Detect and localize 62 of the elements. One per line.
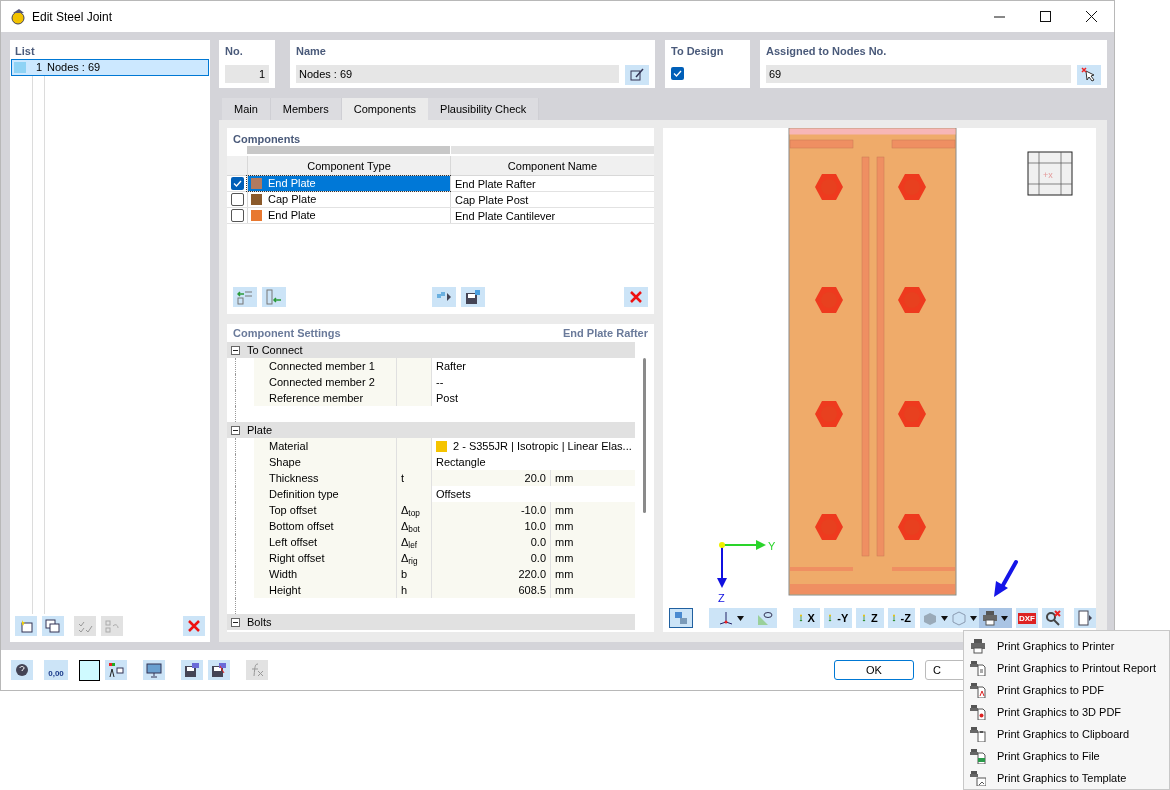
menu-item-label: Print Graphics to Printer [997, 638, 1115, 654]
z-axis-label: Z [718, 592, 725, 604]
component-type: End Plate [268, 208, 316, 224]
axis-letter: -Z [900, 612, 911, 624]
property-unit: mm [551, 470, 635, 486]
menu-item-label: Print Graphics to Printout Report [997, 660, 1156, 676]
table-cell: Cap Plate Post [450, 192, 654, 207]
group-label: Bolts [247, 614, 272, 630]
property-name: Definition type [254, 486, 397, 502]
menu-item-label: Print Graphics to Clipboard [997, 726, 1130, 742]
field-label: Assigned to Nodes No. [766, 44, 888, 59]
property-name: Top offset [254, 502, 397, 518]
units-label: 0,00 [48, 668, 64, 680]
menu-item-label: Print Graphics to 3D PDF [997, 704, 1122, 720]
window-title: Edit Steel Joint [32, 8, 113, 26]
property-name: Material [254, 438, 397, 454]
property-symbol: h [397, 582, 432, 598]
property-unit: mm [551, 534, 635, 550]
component-type: Cap Plate [268, 192, 317, 208]
property-unit: mm [551, 550, 635, 566]
property-name: Width [254, 566, 397, 582]
axis-letter: X [807, 612, 815, 624]
field-label: Name [296, 44, 327, 59]
property-name: Connected member 2 [254, 374, 397, 390]
table-cell: End Plate Cantilever [450, 208, 654, 223]
item-label: Nodes : 69 [47, 60, 101, 76]
axis-letter: Z [870, 612, 878, 624]
item-number: 1 [34, 60, 42, 76]
group-label: To Connect [247, 342, 303, 358]
component-type: End Plate [268, 176, 316, 192]
field-label: No. [225, 44, 244, 59]
property-name: Connected member 1 [254, 358, 397, 374]
property-name: Shape [254, 454, 397, 470]
axis-letter: -Y [837, 612, 849, 624]
group-label: Plate [247, 422, 273, 438]
property-name: Right offset [254, 550, 397, 566]
panel-title: List [14, 44, 36, 59]
property-name: Height [254, 582, 397, 598]
property-name: Bottom offset [254, 518, 397, 534]
property-unit: mm [551, 566, 635, 582]
property-unit: mm [551, 502, 635, 518]
table-cell: End Plate Rafter [450, 176, 654, 191]
section-title: Component Settings [233, 325, 341, 341]
y-axis-label: Y [768, 540, 776, 552]
property-name: Reference member [254, 390, 397, 406]
property-name: Left offset [254, 534, 397, 550]
section-title: Components [232, 132, 302, 146]
menu-item-label: Print Graphics to Template [997, 770, 1127, 786]
property-symbol: Δ$_{top}$ [397, 502, 432, 518]
property-unit: mm [551, 582, 635, 598]
property-symbol: Δ$_{lef}$ [397, 534, 432, 550]
property-symbol: Δ$_{rig}$ [397, 550, 432, 566]
property-symbol: t [397, 470, 432, 486]
field-label: To Design [671, 44, 725, 59]
property-unit: mm [551, 518, 635, 534]
menu-item-label: Print Graphics to PDF [997, 682, 1104, 698]
view-cube-label: +x [1043, 170, 1053, 180]
property-symbol: Δ$_{bot}$ [397, 518, 432, 534]
menu-item-label: Print Graphics to File [997, 748, 1100, 764]
property-symbol: b [397, 566, 432, 582]
section-subtitle: End Plate Rafter [563, 325, 648, 341]
property-name: Thickness [254, 470, 397, 486]
